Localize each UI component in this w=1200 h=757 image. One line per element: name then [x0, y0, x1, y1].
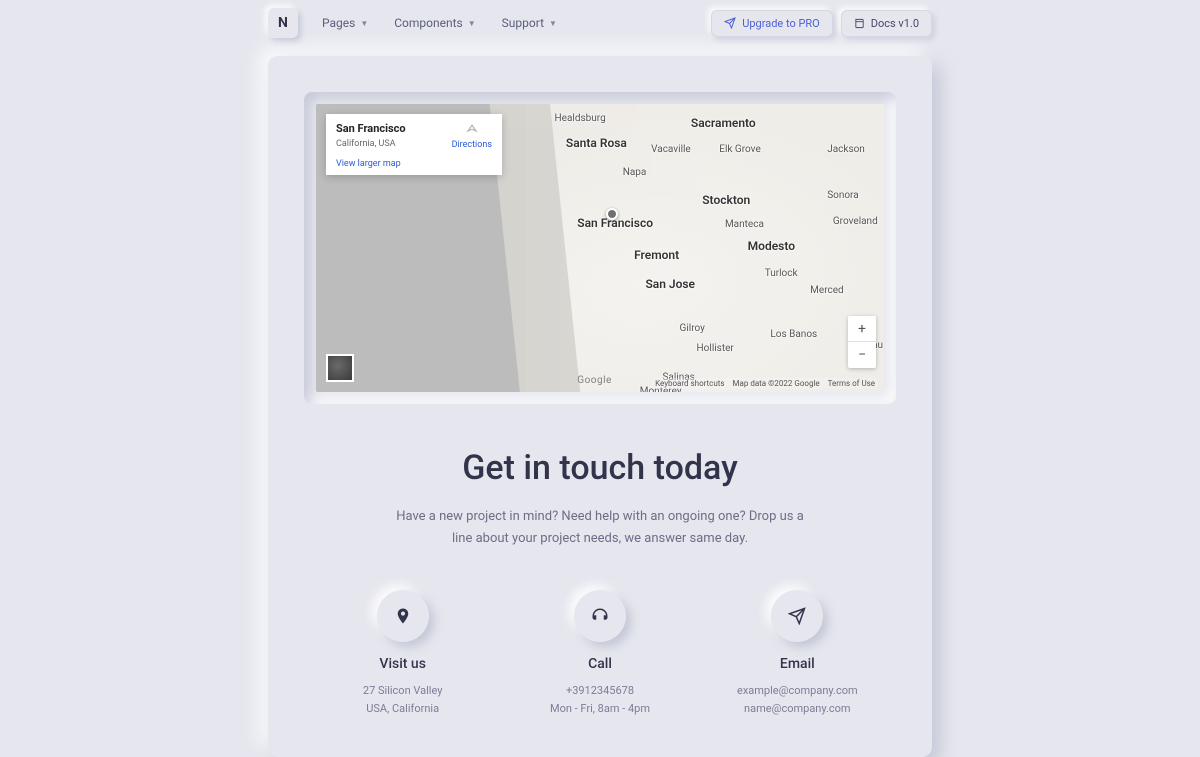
map-label: Modesto — [748, 239, 795, 253]
zoom-in-button[interactable]: + — [848, 316, 876, 342]
book-icon — [854, 18, 865, 29]
contact-call: Call +3912345678 Mon - Fri, 8am - 4pm — [501, 590, 698, 717]
paper-plane-icon — [724, 17, 736, 29]
heading-section: Get in touch today Have a new project in… — [304, 448, 896, 550]
map-label: Gilroy — [680, 323, 705, 334]
nav-components-label: Components — [394, 16, 463, 30]
map-label: Vacaville — [651, 144, 691, 155]
map-data-text: Map data ©2022 Google — [733, 379, 820, 388]
visit-line2: USA, California — [304, 700, 501, 718]
map-label: San Jose — [645, 277, 695, 291]
google-watermark: Google — [577, 375, 612, 386]
call-icon-circle — [574, 590, 626, 642]
map-label: Hollister — [697, 343, 734, 354]
map-pin-icon — [394, 607, 412, 625]
nav-pages-label: Pages — [322, 16, 355, 30]
chevron-down-icon: ▼ — [360, 19, 368, 28]
email-title: Email — [699, 656, 896, 672]
map-attribution: Keyboard shortcuts Map data ©2022 Google… — [652, 378, 878, 389]
map-label: Sacramento — [691, 116, 756, 130]
map-label: Manteca — [725, 219, 764, 230]
map-label: Sonora — [827, 190, 859, 201]
directions-label: Directions — [452, 140, 492, 150]
map-label: Merced — [810, 285, 844, 296]
main-card: Healdsburg Sacramento Santa Rosa Vacavil… — [268, 56, 932, 757]
page-title: Get in touch today — [304, 448, 896, 488]
paper-plane-icon — [788, 607, 806, 625]
map-label: Healdsburg — [555, 113, 606, 124]
map-label: Stockton — [702, 193, 750, 207]
nav-links: Pages ▼ Components ▼ Support ▼ — [322, 16, 711, 30]
map-label: Groveland — [833, 216, 878, 227]
map-marker[interactable] — [606, 208, 618, 220]
visit-icon-circle — [377, 590, 429, 642]
docs-button[interactable]: Docs v1.0 — [841, 10, 932, 37]
keyboard-shortcuts-link[interactable]: Keyboard shortcuts — [655, 379, 724, 388]
upgrade-button[interactable]: Upgrade to PRO — [711, 10, 833, 37]
map-label: Napa — [623, 167, 647, 178]
terms-link[interactable]: Terms of Use — [828, 379, 875, 388]
chevron-down-icon: ▼ — [549, 19, 557, 28]
visit-title: Visit us — [304, 656, 501, 672]
map-label: Los Banos — [770, 329, 817, 340]
map-label: Jackson — [827, 144, 865, 155]
map-earth-thumbnail[interactable] — [326, 354, 354, 382]
brand-logo[interactable]: N — [268, 8, 298, 38]
call-line2: Mon - Fri, 8am - 4pm — [501, 700, 698, 718]
page-subtitle: Have a new project in mind? Need help wi… — [390, 506, 810, 550]
chevron-down-icon: ▼ — [468, 19, 476, 28]
nav-pages[interactable]: Pages ▼ — [322, 16, 368, 30]
nav-right: Upgrade to PRO Docs v1.0 — [711, 10, 932, 37]
visit-line1: 27 Silicon Valley — [304, 682, 501, 700]
map-label: Fremont — [634, 248, 679, 262]
contact-visit: Visit us 27 Silicon Valley USA, Californ… — [304, 590, 501, 717]
call-line1: +3912345678 — [501, 682, 698, 700]
headphones-icon — [591, 607, 609, 625]
call-title: Call — [501, 656, 698, 672]
map-label: Turlock — [765, 268, 798, 279]
map-frame: Healdsburg Sacramento Santa Rosa Vacavil… — [304, 92, 896, 404]
contact-columns: Visit us 27 Silicon Valley USA, Californ… — [304, 590, 896, 717]
map[interactable]: Healdsburg Sacramento Santa Rosa Vacavil… — [316, 104, 884, 392]
email-icon-circle — [771, 590, 823, 642]
docs-label: Docs v1.0 — [871, 17, 919, 30]
nav-support[interactable]: Support ▼ — [502, 16, 557, 30]
email-line2: name@company.com — [699, 700, 896, 718]
contact-email: Email example@company.com name@company.c… — [699, 590, 896, 717]
view-larger-map-link[interactable]: View larger map — [336, 159, 492, 169]
map-label: Elk Grove — [719, 144, 760, 155]
nav-components[interactable]: Components ▼ — [394, 16, 475, 30]
zoom-controls: + − — [848, 316, 876, 368]
email-line1: example@company.com — [699, 682, 896, 700]
nav-support-label: Support — [502, 16, 544, 30]
map-info-card: San Francisco California, USA View large… — [326, 114, 502, 175]
navbar: N Pages ▼ Components ▼ Support ▼ Upgrade… — [268, 0, 932, 46]
map-label: Santa Rosa — [566, 136, 627, 150]
directions-icon — [465, 124, 479, 138]
upgrade-label: Upgrade to PRO — [742, 17, 820, 30]
directions-button[interactable]: Directions — [452, 124, 492, 150]
zoom-out-button[interactable]: − — [848, 342, 876, 368]
